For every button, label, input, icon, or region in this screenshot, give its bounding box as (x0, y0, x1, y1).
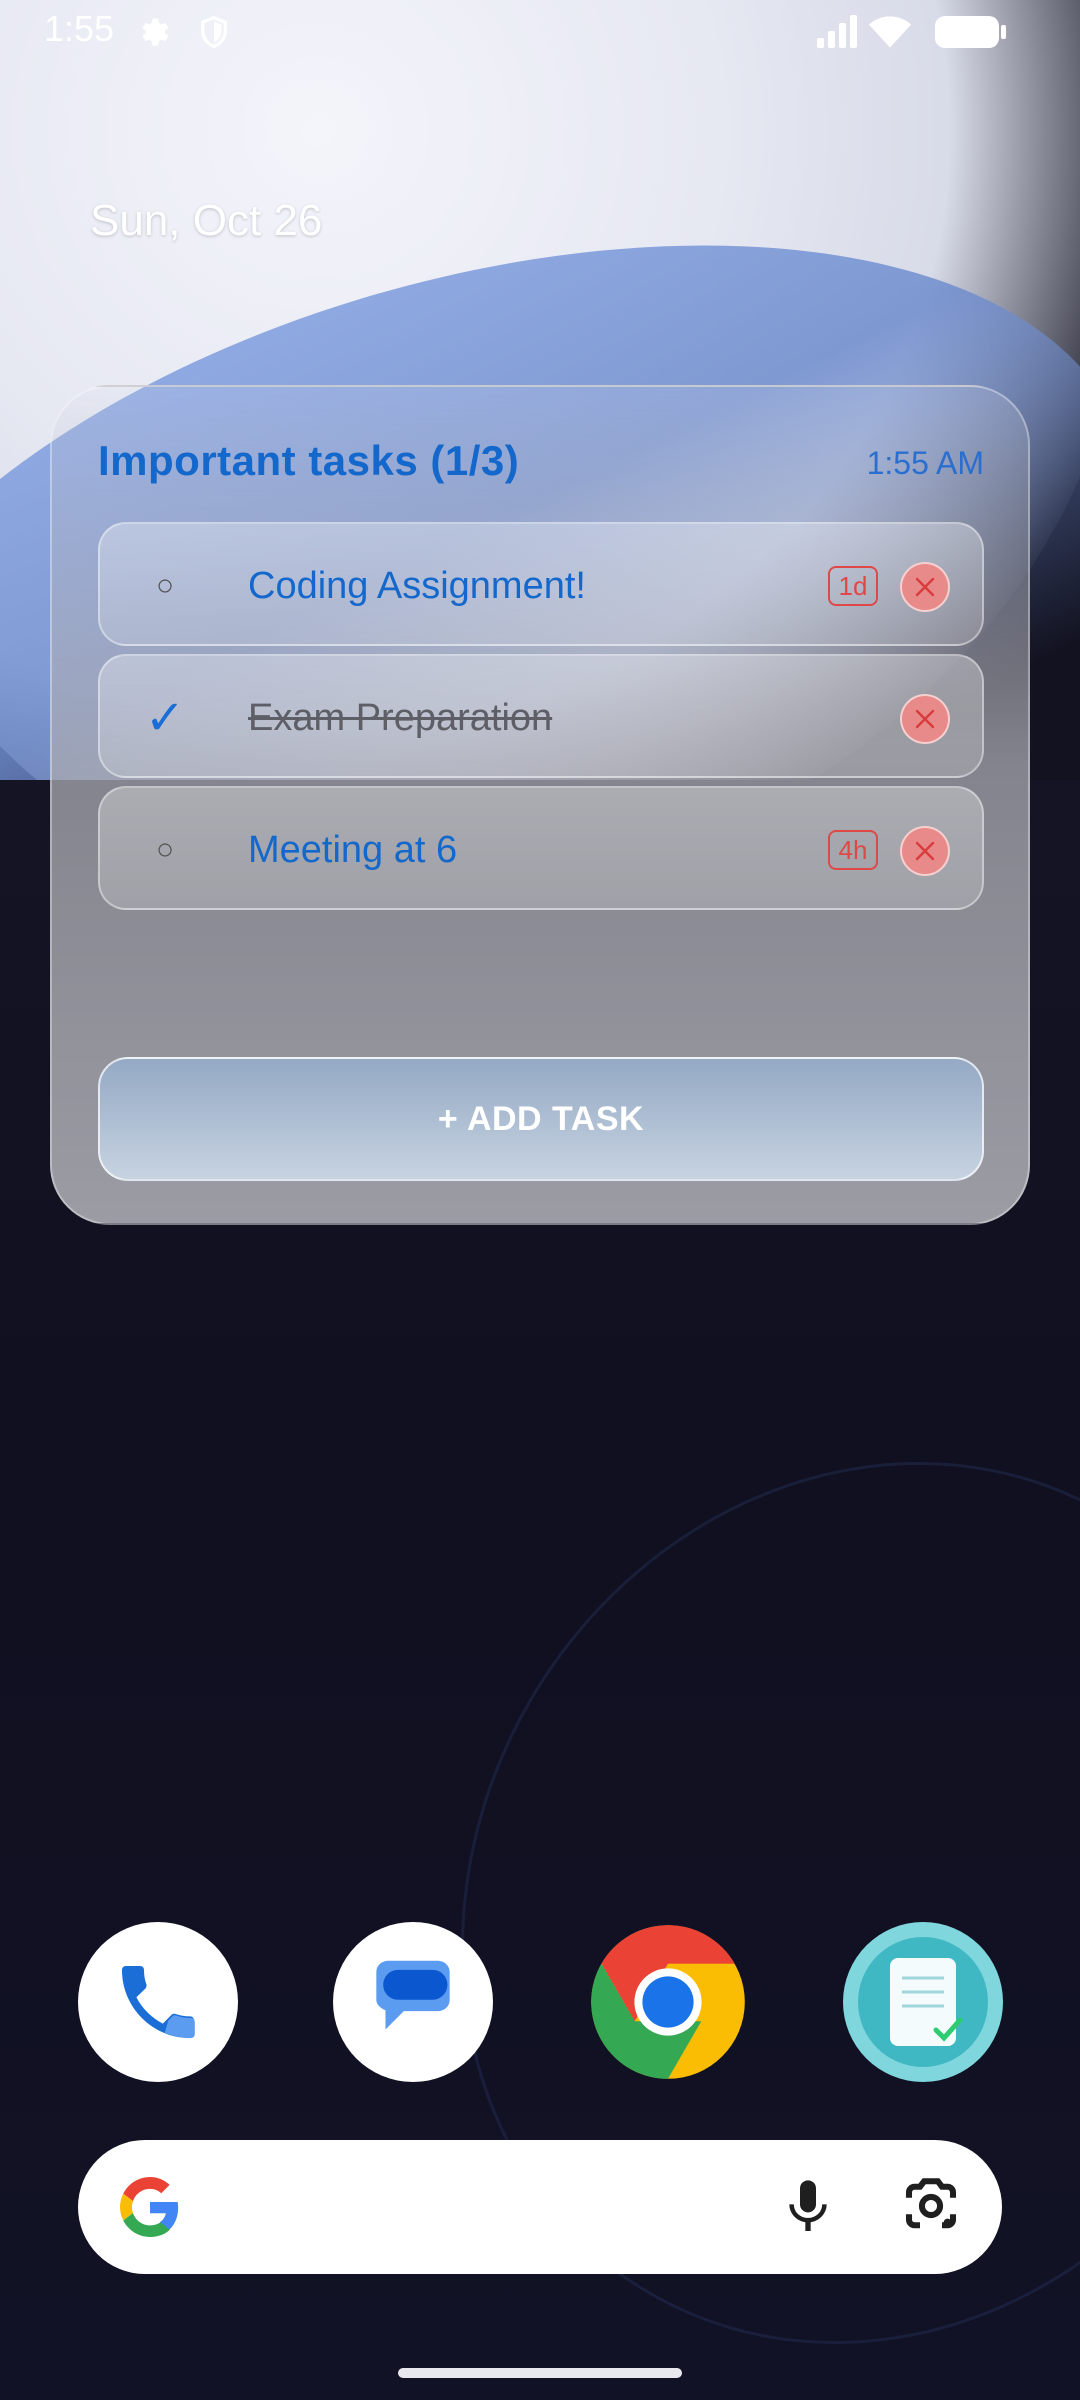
widget-time: 1:55 AM (866, 445, 984, 481)
delete-task-button[interactable] (900, 694, 950, 744)
microphone-icon[interactable] (776, 2173, 840, 2246)
task-checkbox[interactable]: ○ (140, 788, 190, 912)
wifi-icon (868, 12, 912, 55)
lens-icon[interactable] (898, 2173, 964, 2244)
task-item[interactable]: ✓ Exam Preparation (98, 654, 984, 778)
battery-icon (934, 14, 1008, 55)
task-label[interactable]: Exam Preparation (248, 656, 552, 780)
status-time: 1:55 (44, 8, 115, 49)
task-checkbox-checked[interactable]: ✓ (140, 656, 190, 780)
task-label[interactable]: Coding Assignment! (248, 524, 586, 648)
delete-task-button[interactable] (900, 562, 950, 612)
task-item[interactable]: ○ Meeting at 6 4h (98, 786, 984, 910)
close-icon (915, 577, 935, 597)
tasks-app-icon[interactable] (843, 1922, 1003, 2082)
gear-icon (136, 14, 172, 50)
add-task-button[interactable]: + ADD TASK (98, 1057, 984, 1181)
task-item[interactable]: ○ Coding Assignment! 1d (98, 522, 984, 646)
task-label[interactable]: Meeting at 6 (248, 788, 457, 912)
task-checkbox[interactable]: ○ (140, 524, 190, 648)
google-logo-icon[interactable] (120, 2177, 180, 2242)
shield-icon (196, 14, 232, 50)
widget-title: Important tasks (1/3) (98, 437, 520, 484)
google-search-bar[interactable] (78, 2140, 1002, 2274)
status-bar: 1:55 (0, 0, 1080, 64)
due-badge: 1d (828, 566, 878, 606)
close-icon (915, 841, 935, 861)
signal-icon (815, 14, 861, 53)
date-label[interactable]: Sun, Oct 26 (90, 196, 322, 246)
chrome-icon[interactable] (588, 1922, 748, 2082)
tasks-widget: Important tasks (1/3) 1:55 AM ○ Coding A… (50, 385, 1030, 1225)
messages-icon[interactable] (333, 1922, 493, 2082)
close-icon (915, 709, 935, 729)
navigation-handle[interactable] (398, 2368, 682, 2378)
delete-task-button[interactable] (900, 826, 950, 876)
phone-icon[interactable] (78, 1922, 238, 2082)
due-badge: 4h (828, 830, 878, 870)
